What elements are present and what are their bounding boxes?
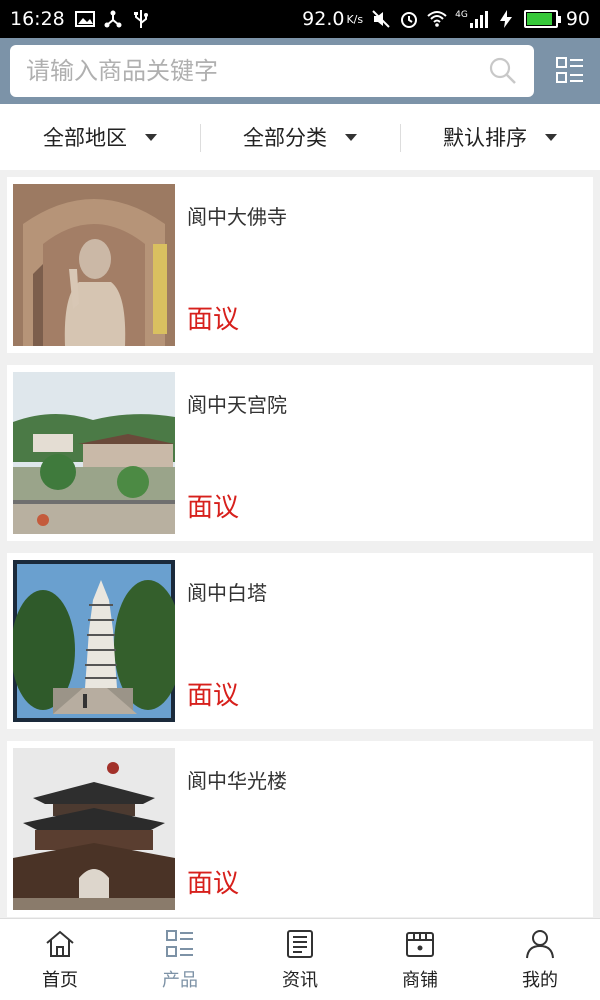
product-image-tower[interactable] xyxy=(13,748,175,910)
product-title[interactable]: 阆中大佛寺 xyxy=(187,201,587,230)
filter-sort[interactable]: 默认排序 xyxy=(400,104,600,170)
shop-icon xyxy=(406,931,434,957)
nav-shop[interactable]: 商铺 xyxy=(360,919,480,1000)
search-icon[interactable] xyxy=(488,56,518,86)
filter-bar: 全部地区 全部分类 默认排序 xyxy=(0,104,600,170)
cell-signal-icon xyxy=(469,11,488,28)
status-time: 16:28 xyxy=(10,8,65,30)
category-menu-button[interactable] xyxy=(548,49,592,93)
filter-sort-label: 默认排序 xyxy=(443,126,527,150)
status-bar: 16:28 92.0 K/s 4G 90 xyxy=(0,0,600,38)
alarm-icon xyxy=(401,12,418,28)
product-card[interactable]: 阆中华光楼 面议 xyxy=(7,741,593,917)
product-title[interactable]: 阆中天宫院 xyxy=(187,389,587,418)
product-price: 面议 xyxy=(187,493,240,523)
caret-down-icon xyxy=(145,133,157,141)
filter-region[interactable]: 全部地区 xyxy=(0,104,200,170)
nav-home-label: 首页 xyxy=(42,969,78,991)
search-header xyxy=(0,38,600,104)
product-list: 阆中大佛寺 面议 阆中天宫院 面议 阆中白塔 面议 阆中华光楼 面议 xyxy=(0,170,600,918)
nav-news-label: 资讯 xyxy=(282,969,318,991)
gallery-icon xyxy=(74,11,95,27)
network-speed-unit: K/s xyxy=(346,12,364,26)
list-icon xyxy=(166,929,193,957)
signal-label: 4G xyxy=(455,10,468,20)
product-image-buddha[interactable] xyxy=(13,184,175,346)
product-price: 面议 xyxy=(187,305,240,335)
nav-home[interactable]: 首页 xyxy=(0,919,120,1000)
charging-icon xyxy=(499,10,512,28)
filter-category-label: 全部分类 xyxy=(243,126,327,150)
product-image-pagoda[interactable] xyxy=(13,560,175,722)
share-icon xyxy=(104,10,122,28)
bottom-nav: 首页 产品 资讯 商铺 我的 xyxy=(0,918,600,1000)
nav-products-label: 产品 xyxy=(162,969,198,991)
usb-icon xyxy=(133,10,148,28)
nav-shop-label: 商铺 xyxy=(402,969,438,991)
nav-products[interactable]: 产品 xyxy=(120,919,240,1000)
search-box[interactable] xyxy=(10,45,534,97)
product-title[interactable]: 阆中白塔 xyxy=(187,577,587,606)
wifi-icon xyxy=(427,11,447,27)
mute-icon xyxy=(372,10,390,28)
caret-down-icon xyxy=(545,133,557,141)
search-input[interactable] xyxy=(26,57,488,85)
product-title[interactable]: 阆中华光楼 xyxy=(187,765,587,794)
nav-news[interactable]: 资讯 xyxy=(240,919,360,1000)
nav-mine[interactable]: 我的 xyxy=(480,919,600,1000)
filter-region-label: 全部地区 xyxy=(43,126,127,150)
filter-category[interactable]: 全部分类 xyxy=(200,104,400,170)
product-card[interactable]: 阆中白塔 面议 xyxy=(7,553,593,729)
product-image-temple[interactable] xyxy=(13,372,175,534)
nav-mine-label: 我的 xyxy=(522,969,558,991)
list-menu-icon xyxy=(556,57,583,83)
home-icon xyxy=(46,930,74,957)
network-speed: 92.0 xyxy=(302,8,345,30)
caret-down-icon xyxy=(345,133,357,141)
product-card[interactable]: 阆中天宫院 面议 xyxy=(7,365,593,541)
battery-icon xyxy=(523,10,561,28)
product-price: 面议 xyxy=(187,869,240,899)
battery-text: 90 xyxy=(565,8,590,30)
user-icon xyxy=(526,929,554,958)
product-price: 面议 xyxy=(187,681,240,711)
news-icon xyxy=(287,929,313,958)
product-card[interactable]: 阆中大佛寺 面议 xyxy=(7,177,593,353)
